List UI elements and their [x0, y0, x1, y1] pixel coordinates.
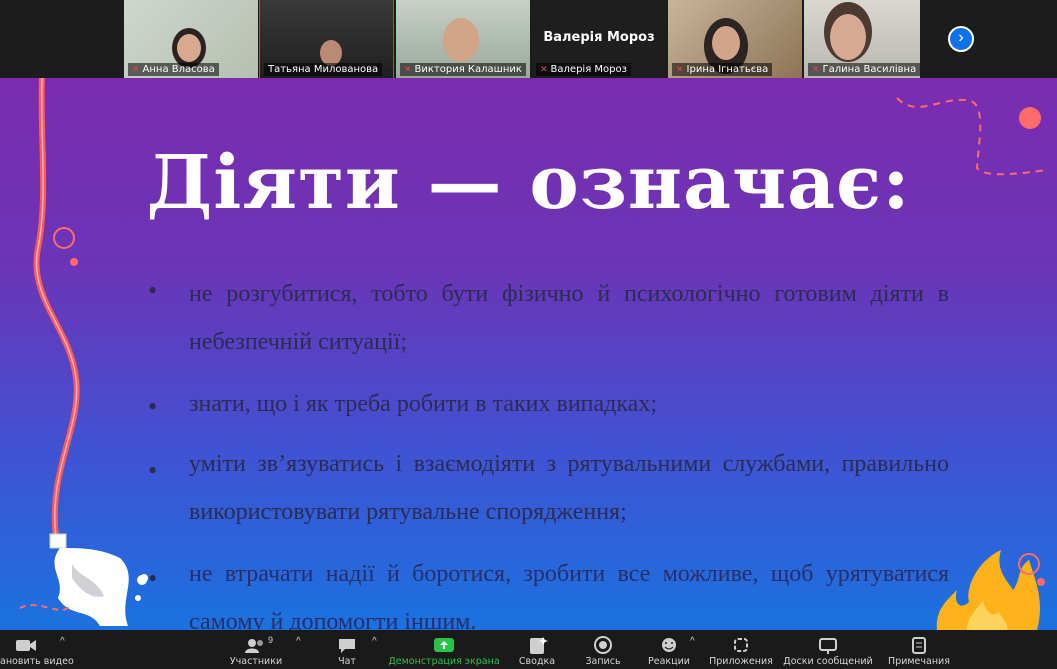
reactions-button[interactable]: Реакции [646, 630, 692, 669]
summary-label: Сводка [518, 656, 556, 667]
muted-mic-icon: ✕ [676, 65, 684, 75]
participant-name: Галина Василівна [822, 64, 917, 75]
participant-display-name: Валерія Мороз [543, 30, 655, 45]
meeting-toolbar: ановить видео ^ Участники 9 ^ Чат ^ Демо… [0, 630, 1057, 669]
participant-video-face [712, 26, 740, 60]
reactions-options-caret[interactable]: ^ [690, 636, 695, 647]
participant-name: Татьяна Милованова [268, 64, 379, 75]
share-screen-label: Демонстрация экрана [388, 656, 500, 667]
participant-tile-1[interactable]: ✕ Анна Власова [124, 0, 258, 78]
muted-mic-icon: ✕ [540, 65, 548, 75]
next-page-button[interactable]: › [948, 26, 974, 52]
participant-tile-3[interactable]: ✕ Виктория Калашник [396, 0, 530, 78]
record-label: Запись [585, 656, 621, 667]
apps-button[interactable]: Приложения [708, 630, 774, 669]
reactions-label: Реакции [648, 656, 690, 667]
participant-tile-5[interactable]: ✕ Ірина Ігнатьєва [668, 0, 802, 78]
muted-mic-icon: ✕ [132, 65, 140, 75]
summary-button[interactable]: Сводка [512, 630, 562, 669]
participant-strip: ✕ Анна Власова Татьяна Милованова ✕ Виктор… [0, 0, 1057, 79]
smiley-icon [662, 638, 676, 652]
participants-label: Участники [229, 656, 283, 667]
chat-options-caret[interactable]: ^ [372, 636, 377, 647]
bullet-icon: • [148, 276, 158, 305]
participant-tile-6[interactable]: ✕ Галина Василівна [804, 0, 920, 78]
record-button[interactable]: Запись [580, 630, 626, 669]
participants-options-caret[interactable]: ^ [296, 636, 301, 647]
summary-icon [530, 637, 548, 654]
notes-button[interactable]: Примечания [884, 630, 954, 669]
bullet-icon: • [148, 392, 158, 421]
slide-bullet-2: знати, що і як треба робити в таких випа… [189, 391, 657, 417]
chat-icon [339, 639, 355, 653]
slide-bullet-1: не розгубитися, тобто бути фізично й пси… [189, 281, 949, 355]
participant-name: Ірина Ігнатьєва [686, 64, 769, 75]
slide-title: Діяти — означає: [146, 140, 911, 226]
slide-bullet-3: уміти зв’язуватись і взаємодіяти з рятув… [189, 451, 949, 525]
record-icon [594, 636, 612, 654]
share-screen-button[interactable]: Демонстрация экрана [388, 630, 500, 669]
participant-video-face [177, 34, 201, 62]
share-screen-icon [434, 638, 454, 652]
bullet-icon: • [148, 564, 158, 593]
shared-slide: Діяти — означає: • не розгубитися, тобто… [0, 78, 1057, 630]
whiteboards-label: Доски сообщений [783, 656, 873, 667]
notes-icon [912, 637, 926, 654]
bullet-icon: • [148, 456, 158, 485]
participant-name: Анна Власова [142, 64, 215, 75]
participant-tile-4[interactable]: Валерія Мороз ✕ Валерія Мороз [532, 0, 666, 78]
whiteboards-button[interactable]: Доски сообщений [782, 630, 874, 669]
slide-bullet-4: не втрачати надії й боротися, зробити вс… [189, 561, 949, 630]
apps-icon [734, 638, 748, 652]
participant-video-face [443, 18, 479, 62]
participants-button[interactable]: Участники [226, 630, 286, 669]
participants-icon [245, 639, 263, 653]
participant-name: Виктория Калашник [414, 64, 522, 75]
muted-mic-icon: ✕ [812, 65, 820, 75]
participant-tile-2[interactable]: Татьяна Милованова [259, 0, 394, 79]
participant-name: Валерія Мороз [550, 64, 627, 75]
notes-label: Примечания [888, 656, 950, 667]
participants-count-badge: 9 [268, 635, 274, 645]
video-options-caret[interactable]: ^ [60, 636, 65, 647]
chat-label: Чат [338, 656, 356, 667]
whiteboard-icon [819, 638, 837, 654]
participant-video-face [830, 14, 866, 60]
apps-label: Приложения [709, 656, 773, 667]
chat-button[interactable]: Чат [327, 630, 367, 669]
muted-mic-icon: ✕ [404, 65, 412, 75]
start-video-label: ановить видео [0, 656, 74, 667]
